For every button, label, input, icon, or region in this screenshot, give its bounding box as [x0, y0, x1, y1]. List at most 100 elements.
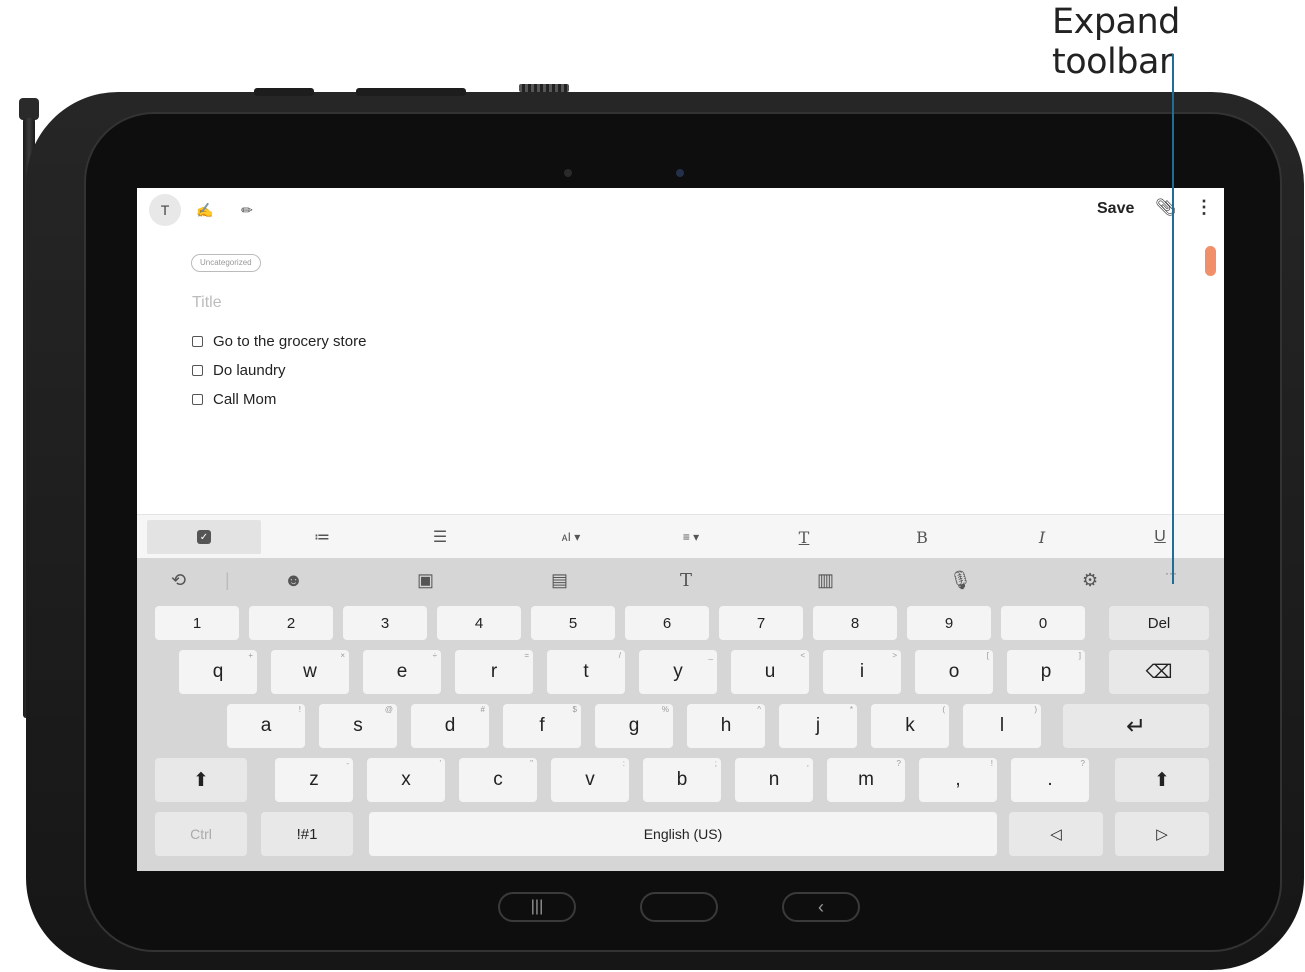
key-w[interactable]: w ×	[271, 650, 349, 694]
cursor-right-key[interactable]: ▷	[1115, 812, 1209, 856]
key-6[interactable]: 6	[625, 606, 709, 640]
shift-key-right[interactable]: ⬆	[1115, 758, 1209, 802]
brush-mode-button[interactable]: ✏	[231, 194, 263, 226]
enter-key[interactable]: ↵	[1063, 704, 1209, 748]
checklist-item[interactable]: Call Mom	[192, 385, 366, 414]
bulleted-list-button[interactable]: ☰	[415, 520, 465, 554]
key-p[interactable]: p]	[1007, 650, 1085, 694]
emoji-icon[interactable]: ☻	[284, 570, 303, 591]
key-o[interactable]: o[	[915, 650, 993, 694]
key-c[interactable]: c "	[459, 758, 537, 802]
key-5[interactable]: 5	[531, 606, 615, 640]
key-label: f	[539, 715, 545, 736]
numbered-list-icon: ≔	[314, 529, 330, 546]
ctrl-key[interactable]: Ctrl	[155, 812, 247, 856]
checkbox[interactable]	[192, 394, 203, 405]
symbols-key[interactable]: !#1	[261, 812, 353, 856]
numbered-list-button[interactable]: ≔	[297, 520, 347, 554]
key-label: l	[999, 715, 1005, 736]
checkbox[interactable]	[192, 365, 203, 376]
text-color-button[interactable]: T	[779, 520, 829, 554]
key-1[interactable]: 1	[155, 606, 239, 640]
key-m[interactable]: m?	[827, 758, 905, 802]
key-8[interactable]: 8	[813, 606, 897, 640]
checklist-item-text: Go to the grocery store	[213, 333, 367, 350]
key-h[interactable]: h ^	[687, 704, 765, 748]
key-9[interactable]: 9	[907, 606, 991, 640]
expand-toolbar-icon[interactable]: ···	[1165, 566, 1177, 580]
checklist-item[interactable]: Go to the grocery store	[192, 327, 366, 356]
key-j[interactable]: j *	[779, 704, 857, 748]
key-hint: :	[622, 759, 625, 768]
more-options-icon[interactable]: ⋮	[1195, 197, 1213, 218]
gif-icon[interactable]: ▤	[551, 570, 568, 591]
key-q[interactable]: q +	[179, 650, 257, 694]
recent-apps-button[interactable]: |||	[498, 892, 576, 922]
text-color-icon: T	[798, 527, 810, 547]
key-b[interactable]: b;	[643, 758, 721, 802]
handwriting-icon[interactable]: T	[680, 570, 692, 591]
font-size-button[interactable]: ᴀI ▾	[541, 520, 601, 554]
checklist-item[interactable]: Do laundry	[192, 356, 366, 385]
underline-button[interactable]: U	[1135, 520, 1185, 554]
key-0[interactable]: 0	[1001, 606, 1085, 640]
key-i[interactable]: i >	[823, 650, 901, 694]
key-period[interactable]: .?	[1011, 758, 1089, 802]
key-3[interactable]: 3	[343, 606, 427, 640]
key-r[interactable]: r =	[455, 650, 533, 694]
key-x[interactable]: x '	[367, 758, 445, 802]
key-2[interactable]: 2	[249, 606, 333, 640]
key-label: a	[260, 715, 272, 736]
microphone-icon[interactable]: 🎙︎	[949, 570, 972, 591]
spacebar[interactable]: English (US)	[369, 812, 997, 856]
key-k[interactable]: k(	[871, 704, 949, 748]
key-f[interactable]: f $	[503, 704, 581, 748]
key-u[interactable]: u <	[731, 650, 809, 694]
key-d[interactable]: d #	[411, 704, 489, 748]
note-body[interactable]: Uncategorized Title Go to the grocery st…	[173, 232, 1193, 514]
key-y[interactable]: y _	[639, 650, 717, 694]
key-z[interactable]: z-	[275, 758, 353, 802]
category-chip[interactable]: Uncategorized	[191, 254, 261, 272]
front-camera	[676, 169, 684, 177]
key-t[interactable]: t /	[547, 650, 625, 694]
settings-icon[interactable]: ⚙	[1082, 570, 1098, 591]
home-button[interactable]	[640, 892, 718, 922]
key-label: b	[676, 769, 688, 790]
checkbox-list-button[interactable]: ✓	[147, 520, 261, 554]
backspace-key[interactable]: ⌫	[1109, 650, 1209, 694]
key-v[interactable]: v:	[551, 758, 629, 802]
key-7[interactable]: 7	[719, 606, 803, 640]
stylus-cap	[19, 98, 39, 120]
text-mode-button[interactable]: T	[149, 194, 181, 226]
bold-button[interactable]: B	[897, 520, 947, 554]
del-key[interactable]: Del	[1109, 606, 1209, 640]
pen-mode-button[interactable]: ✍	[189, 194, 221, 226]
shift-key-left[interactable]: ⬆	[155, 758, 247, 802]
key-label: 0	[1038, 614, 1048, 632]
checklist-item-text: Do laundry	[213, 362, 286, 379]
checkbox[interactable]	[192, 336, 203, 347]
italic-button[interactable]: I	[1017, 520, 1067, 554]
back-button[interactable]: ‹	[782, 892, 860, 922]
key-comma[interactable]: ,!	[919, 758, 997, 802]
checklist-item-text: Call Mom	[213, 391, 277, 408]
key-l[interactable]: l)	[963, 704, 1041, 748]
key-a[interactable]: a!	[227, 704, 305, 748]
left-arrow-icon: ◁	[1050, 826, 1062, 843]
clipboard-icon[interactable]: ▥	[817, 570, 834, 591]
key-4[interactable]: 4	[437, 606, 521, 640]
text-cursor-icon[interactable]: ⟲	[171, 570, 186, 591]
cursor-left-key[interactable]: ◁	[1009, 812, 1103, 856]
key-hint: ×	[340, 651, 345, 660]
key-s[interactable]: s @	[319, 704, 397, 748]
key-n[interactable]: n,	[735, 758, 813, 802]
scroll-thumb[interactable]	[1205, 246, 1216, 276]
key-g[interactable]: g%	[595, 704, 673, 748]
key-label: t	[583, 661, 589, 682]
alignment-button[interactable]: ≡ ▾	[661, 520, 721, 554]
title-field[interactable]: Title	[192, 294, 222, 312]
sticker-icon[interactable]: ▣	[417, 570, 434, 591]
key-e[interactable]: e ÷	[363, 650, 441, 694]
save-button[interactable]: Save	[1097, 200, 1134, 218]
